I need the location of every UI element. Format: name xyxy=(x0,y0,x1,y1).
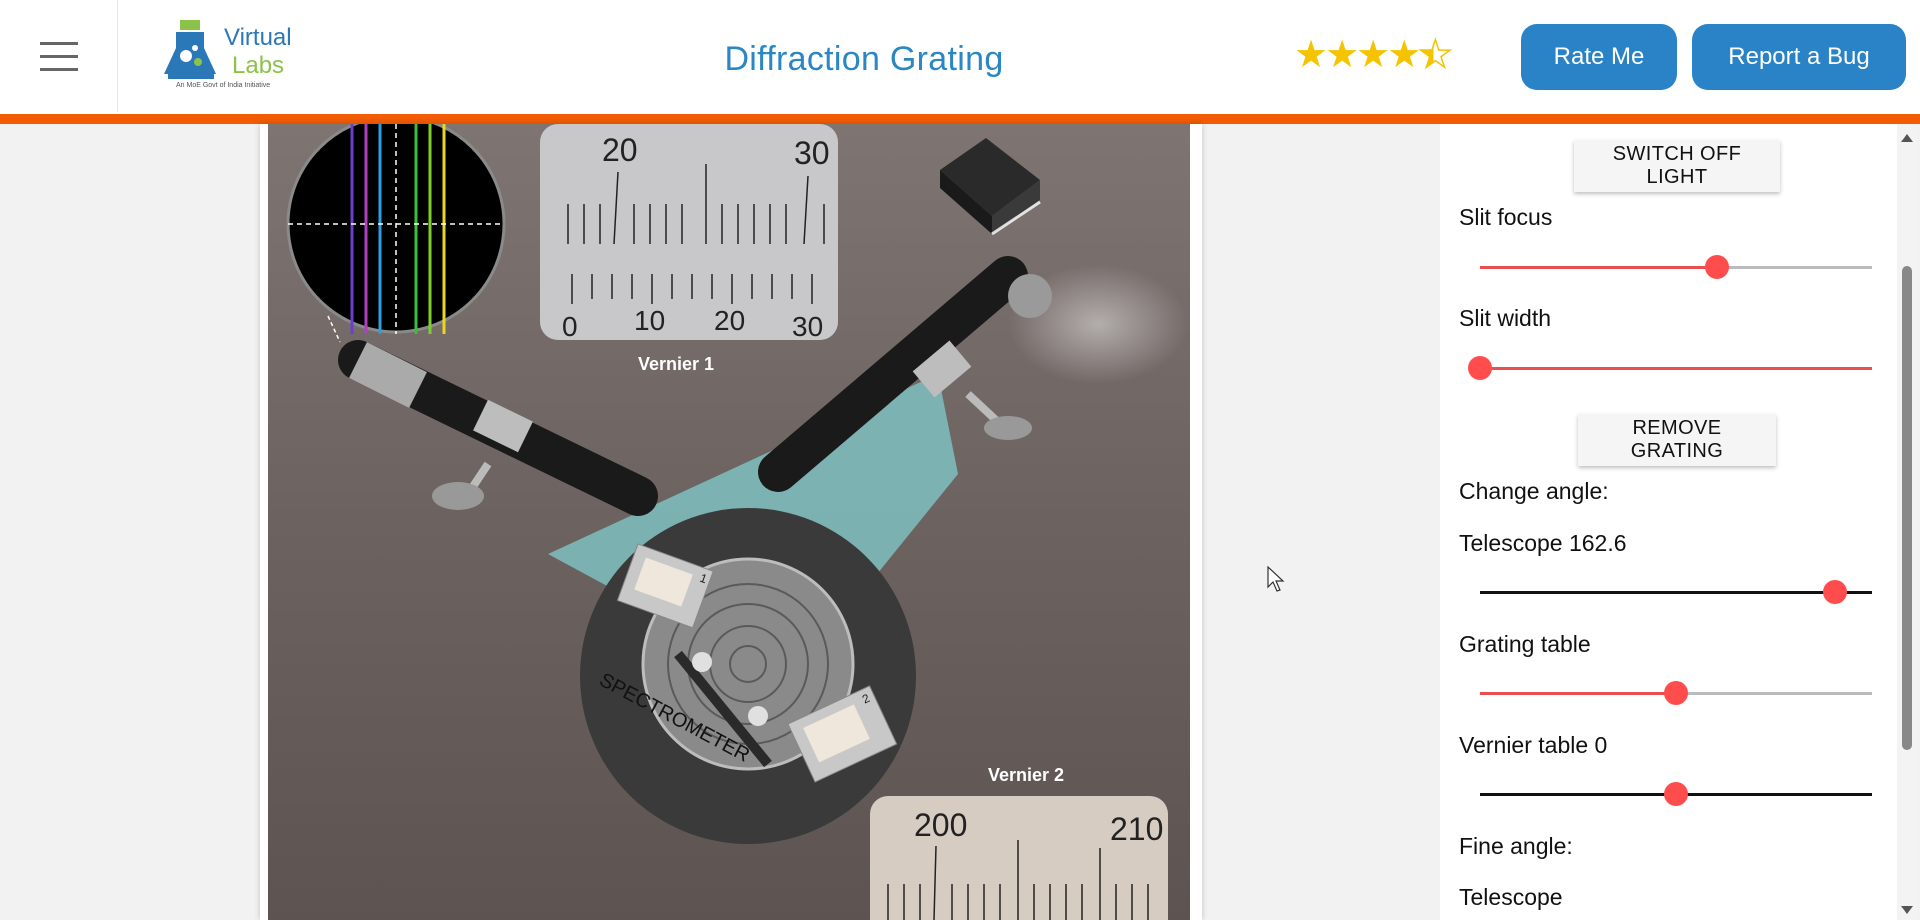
grating-knob[interactable] xyxy=(748,706,768,726)
slit-width-label: Slit width xyxy=(1459,305,1552,331)
slider-track-active xyxy=(1480,591,1835,594)
vernier-scale-label: 0 xyxy=(562,311,578,342)
main-scale-label: 200 xyxy=(914,807,967,843)
scrollbar-thumb[interactable] xyxy=(1902,266,1912,750)
vernier-table-slider[interactable] xyxy=(1480,782,1872,806)
switch-light-button[interactable]: SWITCH OFF LIGHT xyxy=(1574,140,1780,192)
panel-scrollbar[interactable] xyxy=(1897,124,1917,920)
slider-thumb[interactable] xyxy=(1705,255,1730,279)
fine-telescope-label: Telescope xyxy=(1459,884,1563,910)
remove-grating-button[interactable]: REMOVE GRATING xyxy=(1578,414,1776,466)
simulation-container: 1 2 SPECTROMETER 20 30 0 10 20 30 Vernie… xyxy=(260,124,1202,920)
telescope-angle-label: Telescope 162.6 xyxy=(1459,530,1627,556)
slider-thumb[interactable] xyxy=(1468,356,1492,380)
slider-thumb[interactable] xyxy=(1664,782,1688,806)
spectrometer-simulation: 1 2 SPECTROMETER 20 30 0 10 20 30 Vernie… xyxy=(268,124,1190,920)
vernier-1-label: Vernier 1 xyxy=(638,354,714,374)
rating-stars[interactable]: ★★★★★ xyxy=(1294,32,1454,77)
grating-table-label: Grating table xyxy=(1459,631,1591,657)
app-header: Virtual Labs An MoE Govt of India Initia… xyxy=(0,0,1920,124)
vernier-2-view: 200 210 xyxy=(870,796,1168,920)
slit-focus-label: Slit focus xyxy=(1459,204,1553,230)
vernier-scale-label: 30 xyxy=(792,311,823,342)
mouse-cursor-icon xyxy=(1267,566,1285,592)
spectrometer-canvas: 1 2 SPECTROMETER 20 30 0 10 20 30 Vernie… xyxy=(286,124,1188,920)
main-scale-label: 210 xyxy=(1110,811,1163,847)
report-bug-button[interactable]: Report a Bug xyxy=(1692,24,1906,90)
star-icon: ★ xyxy=(1294,34,1328,76)
telescope[interactable] xyxy=(338,340,658,516)
half-star-icon: ★ xyxy=(1418,33,1454,77)
scroll-down-icon[interactable] xyxy=(1901,906,1913,914)
slider-track-inactive xyxy=(1480,367,1872,370)
vernier-table-label: Vernier table 0 xyxy=(1459,732,1608,758)
vernier-2-label: Vernier 2 xyxy=(988,765,1064,785)
light-source xyxy=(940,138,1041,236)
slit-focus-slider[interactable] xyxy=(1480,255,1872,279)
main-scale-label: 20 xyxy=(602,132,638,168)
star-icon: ★ xyxy=(1387,34,1421,76)
eyepiece-view xyxy=(286,124,506,343)
grating-knob[interactable] xyxy=(692,652,712,672)
rate-me-button[interactable]: Rate Me xyxy=(1521,24,1677,90)
page-title: Diffraction Grating xyxy=(724,40,1004,78)
slider-thumb[interactable] xyxy=(1664,681,1688,705)
main-scale-label: 30 xyxy=(794,135,830,171)
logo-tagline: An MoE Govt of India Initiative xyxy=(176,82,271,89)
slider-track-inactive xyxy=(1676,793,1872,796)
grating-table-slider[interactable] xyxy=(1480,681,1872,705)
control-panel: SWITCH OFF LIGHT Slit focus Slit width R… xyxy=(1440,124,1905,920)
telescope-slider[interactable] xyxy=(1480,580,1872,604)
star-icon: ★ xyxy=(1325,34,1359,76)
slider-thumb[interactable] xyxy=(1822,580,1847,604)
slit-width-slider[interactable] xyxy=(1468,356,1872,380)
scroll-up-icon[interactable] xyxy=(1901,134,1913,142)
vernier-scale-label: 20 xyxy=(714,305,745,336)
slider-track-active xyxy=(1480,692,1676,695)
star-icon: ★ xyxy=(1356,34,1390,76)
vernier-1-view: 20 30 0 10 20 30 xyxy=(540,124,838,342)
slider-track-active xyxy=(1480,793,1676,796)
change-angle-label: Change angle: xyxy=(1459,478,1609,504)
slider-track-active xyxy=(1480,266,1718,269)
vernier-scale-label: 10 xyxy=(634,305,665,336)
fine-angle-label: Fine angle: xyxy=(1459,833,1573,859)
slider-track-inactive xyxy=(1717,266,1872,269)
slider-track-inactive xyxy=(1676,692,1872,695)
